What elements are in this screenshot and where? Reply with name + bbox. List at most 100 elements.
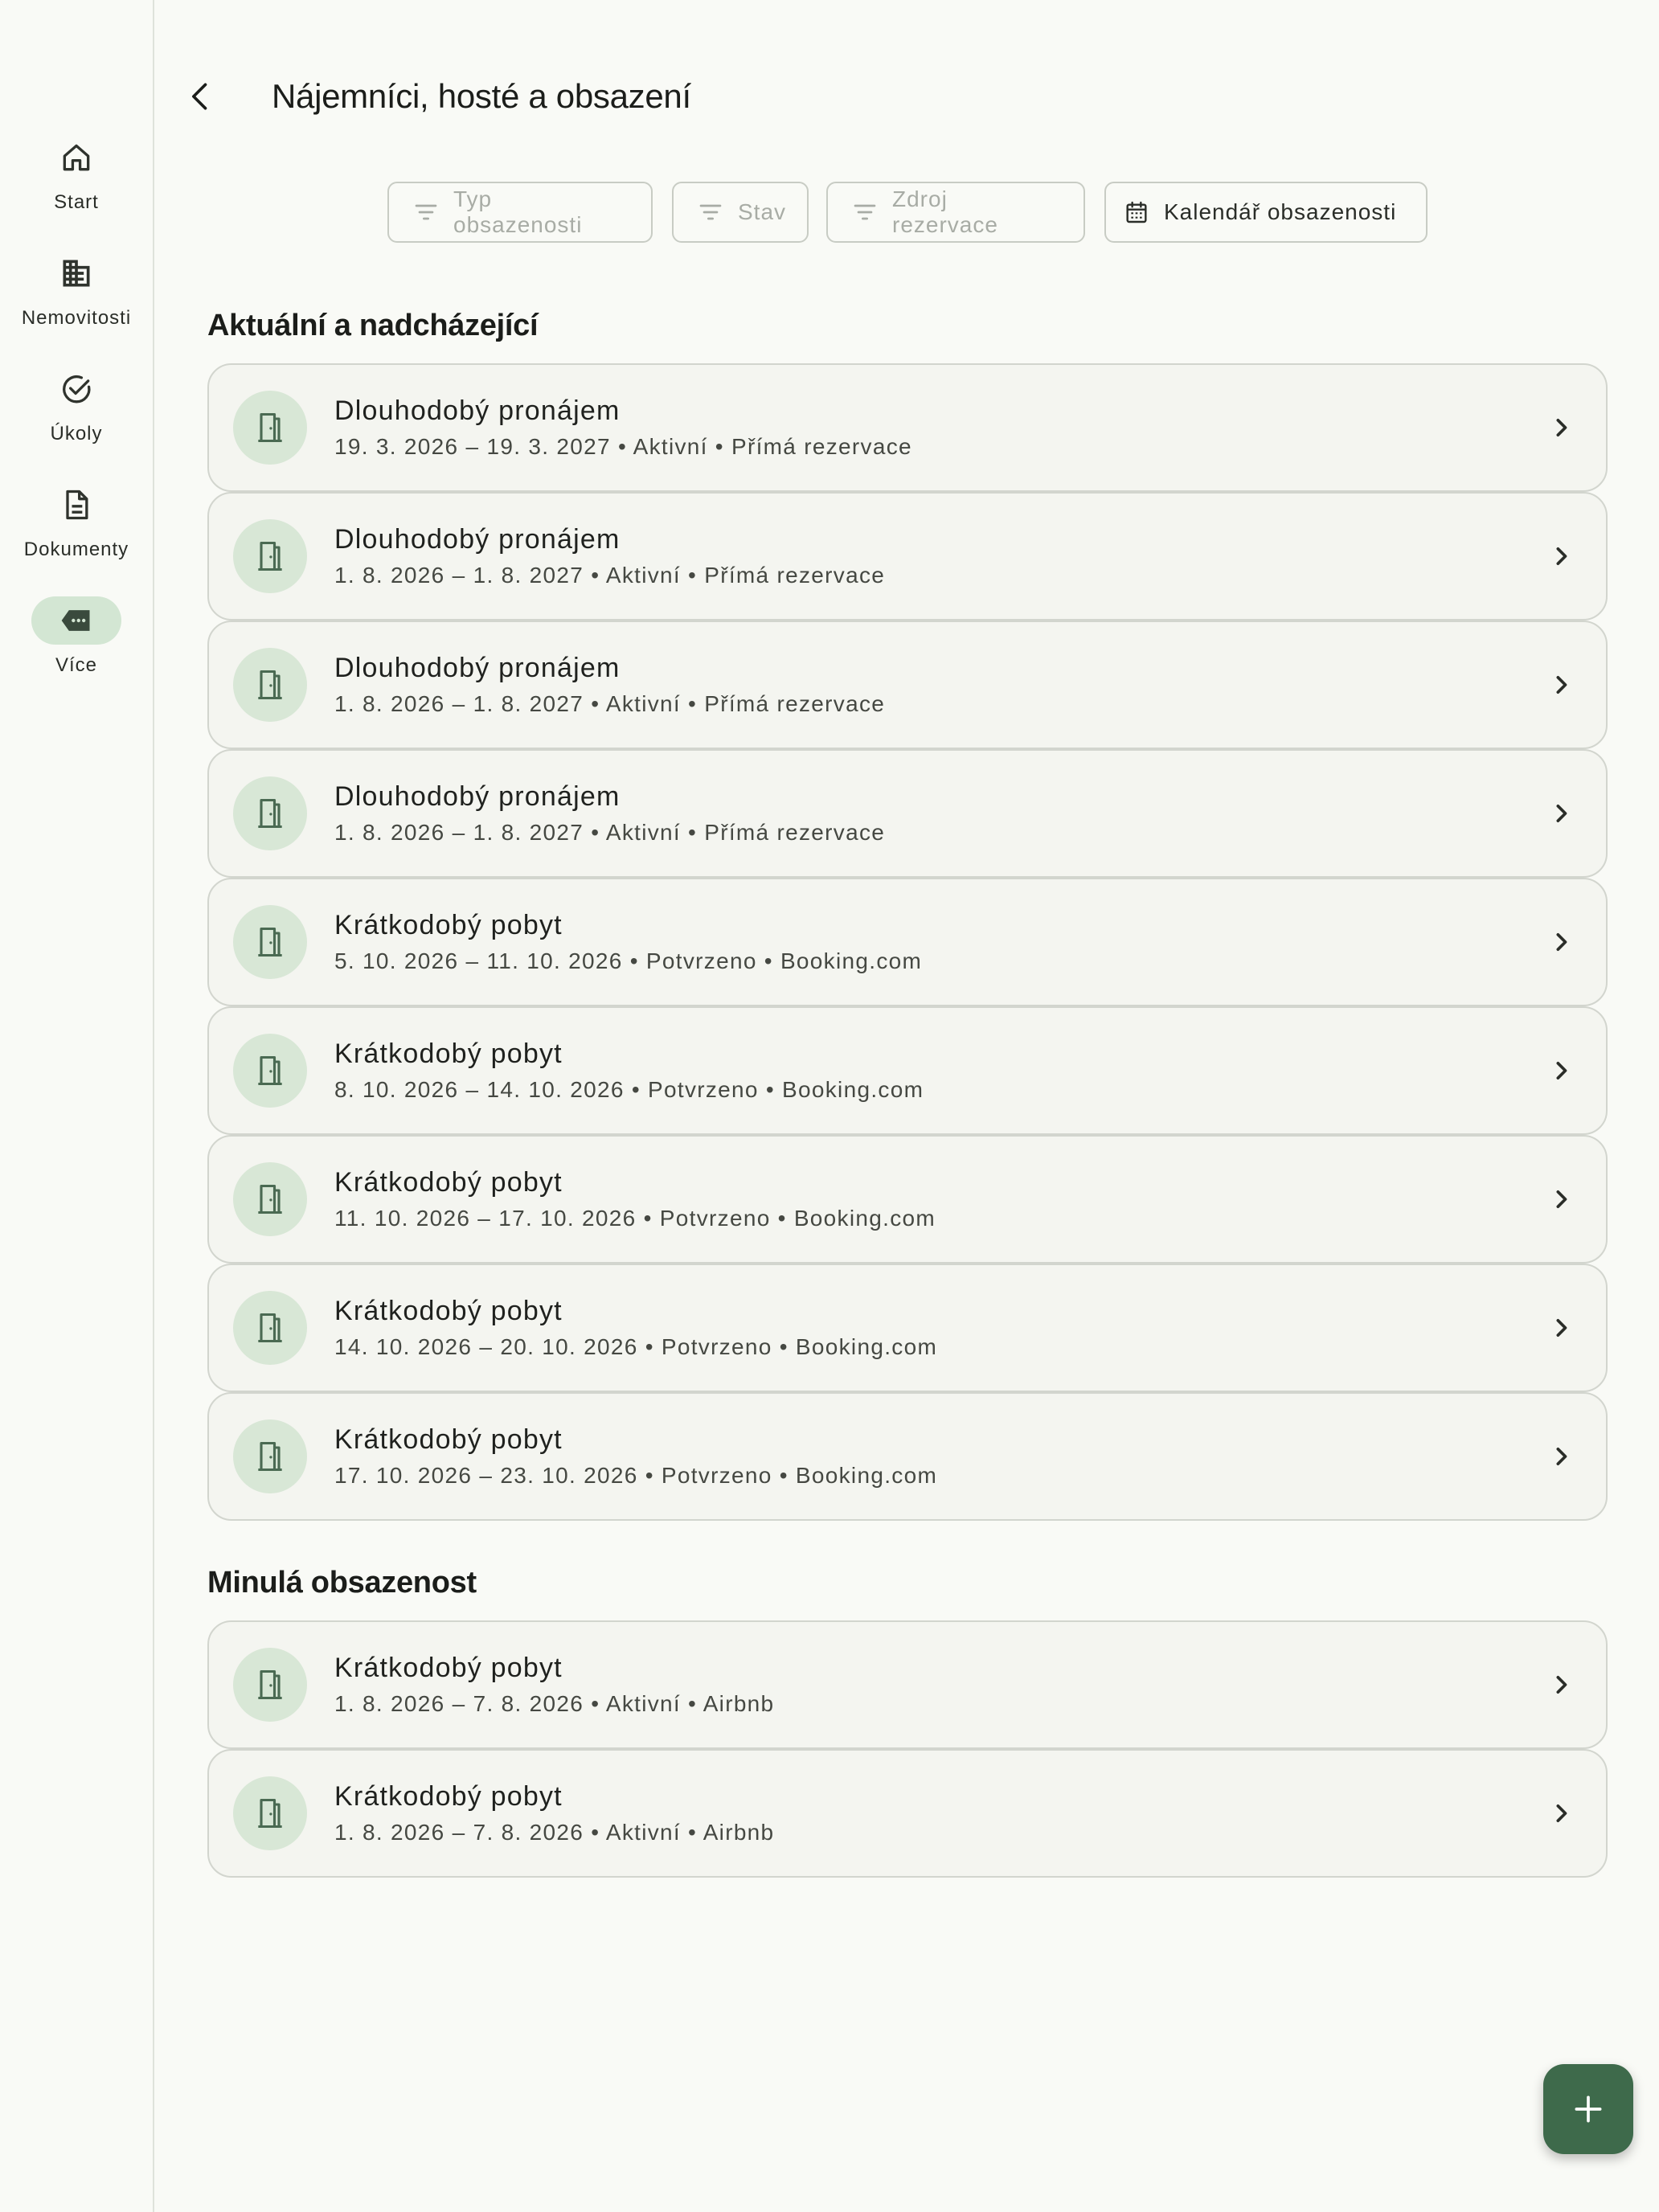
section-title-current: Aktuální a nadcházející [207,309,539,342]
nav-item-nemovitosti[interactable]: Nemovitosti [0,249,153,330]
door-icon [258,541,282,571]
filter-icon [699,204,722,220]
occupancy-details: 1. 8. 2026 – 7. 8. 2026 • Aktivní • Airb… [334,1691,775,1716]
occupancy-type: Krátkodobý pobyt [334,1781,563,1812]
occupancy-list-item[interactable]: Dlouhodobý pronájem 1. 8. 2026 – 1. 8. 20… [207,492,1608,621]
chevron-right-icon [1556,676,1567,694]
door-avatar [233,1162,307,1236]
door-avatar [233,776,307,850]
chevron-right-icon [1556,1804,1567,1822]
occupancy-details: 11. 10. 2026 – 17. 10. 2026 • Potvrzeno … [334,1206,936,1231]
occupancy-details: 17. 10. 2026 – 23. 10. 2026 • Potvrzeno … [334,1463,938,1488]
occupancy-type: Krátkodobý pobyt [334,1038,563,1069]
occupancy-list-item[interactable]: Krátkodobý pobyt 17. 10. 2026 – 23. 10. 2… [207,1392,1608,1521]
occupancy-list-item[interactable]: Dlouhodobý pronájem 1. 8. 2026 – 1. 8. 20… [207,749,1608,878]
door-avatar [233,1034,307,1108]
occupancy-calendar-button[interactable]: Kalendář obsazenosti [1104,182,1428,243]
occupancy-type: Krátkodobý pobyt [334,1653,563,1683]
add-occupancy-button[interactable] [1543,2064,1633,2154]
calendar-icon [1126,201,1147,223]
door-avatar [233,1291,307,1365]
door-icon [258,670,282,700]
occupancy-type: Dlouhodobý pronájem [334,653,621,683]
home-icon [31,133,121,182]
nav-label-nemovitosti: Nemovitosti [21,307,132,329]
more-icon [31,596,121,645]
page-title: Nájemníci, hosté a obsazení [272,77,691,115]
chevron-right-icon [1556,419,1567,436]
door-avatar [233,905,307,979]
occupancy-list-item[interactable]: Krátkodobý pobyt 1. 8. 2026 – 7. 8. 2026 … [207,1620,1608,1749]
occupancy-details: 8. 10. 2026 – 14. 10. 2026 • Potvrzeno •… [334,1077,924,1102]
chevron-right-icon [1556,1062,1567,1079]
occupancy-list-item[interactable]: Krátkodobý pobyt 11. 10. 2026 – 17. 10. 2… [207,1135,1608,1264]
occupancy-type: Dlouhodobý pronájem [334,781,621,812]
door-icon [258,798,282,829]
occupancy-list-item[interactable]: Krátkodobý pobyt 8. 10. 2026 – 14. 10. 20… [207,1006,1608,1135]
chevron-right-icon [1556,1448,1567,1465]
filter-icon [854,204,876,220]
occupancy-list-item[interactable]: Dlouhodobý pronájem 1. 8. 2026 – 1. 8. 20… [207,621,1608,749]
occupancy-list-item[interactable]: Krátkodobý pobyt 1. 8. 2026 – 7. 8. 2026 … [207,1749,1608,1878]
occupancy-details: 1. 8. 2026 – 7. 8. 2026 • Aktivní • Airb… [334,1820,775,1845]
occupancy-type: Dlouhodobý pronájem [334,524,621,555]
door-icon [258,1313,282,1343]
building-icon [31,249,121,297]
door-avatar [233,519,307,593]
filter-occupancy-type[interactable]: Typ obsazenosti [387,182,653,243]
occupancy-type: Dlouhodobý pronájem [334,395,621,426]
chevron-right-icon [1556,547,1567,565]
section-title-past: Minulá obsazenost [207,1566,477,1600]
document-icon [31,481,121,529]
filter-booking-source-label: Zdroj rezervace [892,186,998,237]
door-avatar [233,1419,307,1493]
nav-item-dokumenty[interactable]: Dokumenty [0,481,153,561]
arrow-back-icon [192,83,207,110]
door-icon [258,1184,282,1215]
door-avatar [233,391,307,465]
check-circle-icon [31,365,121,413]
door-icon [258,1055,282,1086]
nav-label-start: Start [54,191,99,213]
occupancy-details: 19. 3. 2026 – 19. 3. 2027 • Aktivní • Př… [334,434,912,459]
plus-icon [1575,2095,1602,2123]
occupancy-type: Krátkodobý pobyt [334,910,563,940]
occupancy-type: Krátkodobý pobyt [334,1296,563,1326]
occupancy-list-item[interactable]: Dlouhodobý pronájem 19. 3. 2026 – 19. 3. … [207,363,1608,492]
chevron-right-icon [1556,933,1567,951]
door-icon [258,1798,282,1829]
filter-booking-source[interactable]: Zdroj rezervace [826,182,1085,243]
occupancy-details: 14. 10. 2026 – 20. 10. 2026 • Potvrzeno … [334,1334,938,1359]
door-icon [258,1441,282,1472]
nav-label-vice: Více [55,654,98,676]
chevron-right-icon [1556,1319,1567,1337]
nav-item-start[interactable]: Start [0,133,153,214]
nav-label-dokumenty: Dokumenty [23,539,129,560]
occupancy-type: Krátkodobý pobyt [334,1424,563,1455]
occupancy-details: 1. 8. 2026 – 1. 8. 2027 • Aktivní • Přím… [334,691,886,716]
chevron-right-icon [1556,805,1567,822]
navigation-rail: Start Nemovitosti Úkoly Dokumenty Více [0,0,154,2212]
occupancy-list-item[interactable]: Krátkodobý pobyt 14. 10. 2026 – 20. 10. 2… [207,1264,1608,1392]
back-button[interactable] [178,72,223,121]
door-avatar [233,648,307,722]
door-icon [258,412,282,443]
door-avatar [233,1776,307,1850]
occupancy-list-item[interactable]: Krátkodobý pobyt 5. 10. 2026 – 11. 10. 20… [207,878,1608,1006]
nav-label-ukoly: Úkoly [50,423,103,444]
occupancy-details: 1. 8. 2026 – 1. 8. 2027 • Aktivní • Přím… [334,563,886,588]
filter-icon [415,204,437,220]
nav-item-vice[interactable]: Více [0,596,153,677]
nav-item-ukoly[interactable]: Úkoly [0,365,153,445]
occupancy-type: Krátkodobý pobyt [334,1167,563,1198]
occupancy-calendar-label: Kalendář obsazenosti [1164,199,1397,224]
filter-occupancy-type-label: Typ obsazenosti [453,186,583,237]
filter-status-label: Stav [738,199,787,224]
door-icon [258,1669,282,1700]
chevron-right-icon [1556,1190,1567,1208]
filter-status[interactable]: Stav [672,182,809,243]
door-icon [258,927,282,957]
occupancy-details: 5. 10. 2026 – 11. 10. 2026 • Potvrzeno •… [334,948,923,973]
door-avatar [233,1648,307,1722]
chevron-right-icon [1556,1676,1567,1694]
